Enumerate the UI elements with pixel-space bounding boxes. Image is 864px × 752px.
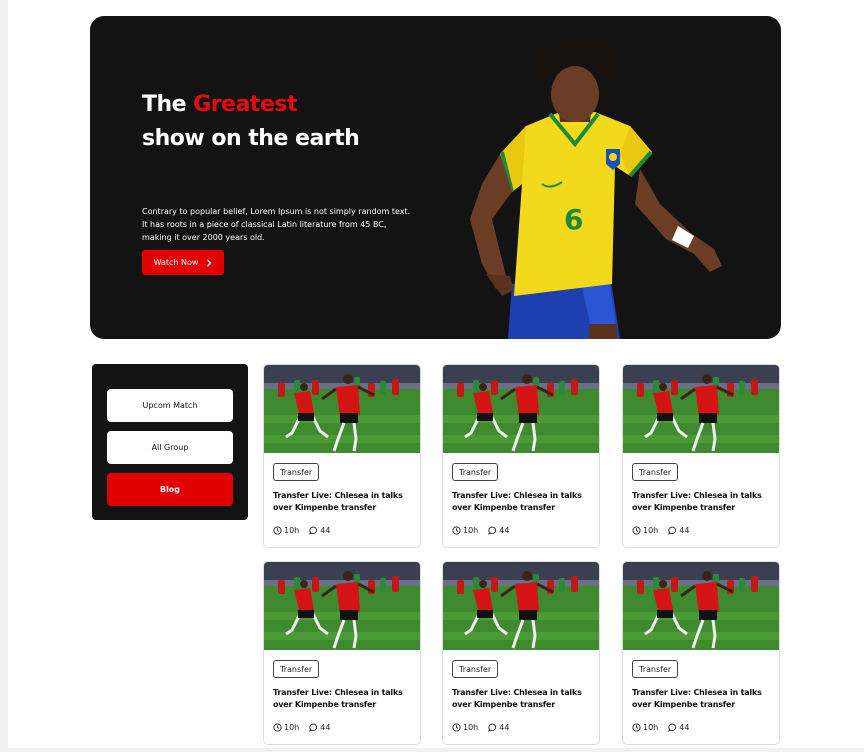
news-card-image [443, 365, 599, 453]
news-card-meta: 10h 44 [273, 526, 330, 535]
news-card-comments: 44 [309, 526, 330, 535]
news-card-time-label: 10h [463, 723, 479, 732]
sidebar-item-upcoming-match[interactable]: Upcom Match [107, 389, 233, 422]
news-card[interactable]: Transfer Transfer Live: Chlesea in talks… [622, 561, 780, 745]
news-card-comment-count: 44 [679, 723, 690, 732]
clock-icon [632, 723, 641, 732]
news-card-tag[interactable]: Transfer [452, 463, 499, 481]
news-card[interactable]: Transfer Transfer Live: Chlesea in talks… [263, 561, 421, 745]
news-card-image [264, 365, 420, 453]
watch-now-label: Watch Now [153, 258, 199, 267]
news-card-tag[interactable]: Transfer [632, 463, 679, 481]
sidebar-item-blog[interactable]: Blog [107, 473, 233, 506]
hero-title-part2: show on the earth [142, 126, 360, 151]
comment-icon [488, 723, 497, 732]
news-card[interactable]: Transfer Transfer Live: Chlesea in talks… [622, 364, 780, 548]
hero-description: Contrary to popular belief, Lorem Ipsum … [142, 207, 411, 242]
clock-icon [273, 526, 282, 535]
hero-banner: The Greatest show on the earth Contrary t… [90, 16, 781, 339]
hero-title-accent: Greatest [193, 92, 297, 117]
news-card-tag[interactable]: Transfer [273, 463, 320, 481]
hero-player-image: 6 [470, 36, 722, 339]
news-card-time-label: 10h [284, 723, 300, 732]
news-card-comments: 44 [488, 526, 509, 535]
news-card-title[interactable]: Transfer Live: Chlesea in talks over Kim… [452, 687, 594, 711]
news-card-image [443, 562, 599, 650]
clock-icon [452, 723, 461, 732]
page: The Greatest show on the earth Contrary t… [8, 0, 864, 748]
news-card-meta: 10h 44 [632, 723, 689, 732]
news-card-comments: 44 [668, 723, 689, 732]
comment-icon [309, 723, 318, 732]
comment-icon [668, 723, 677, 732]
sidebar-item-all-group[interactable]: All Group [107, 431, 233, 464]
news-card-time-label: 10h [284, 526, 300, 535]
news-card-time-label: 10h [643, 723, 659, 732]
news-card-time: 10h [452, 723, 478, 732]
news-card-title[interactable]: Transfer Live: Chlesea in talks over Kim… [632, 687, 774, 711]
chevron-right-icon [207, 258, 212, 267]
sidebar: Upcom Match All Group Blog [92, 364, 248, 520]
news-card-image [623, 365, 779, 453]
hero-title-part1: The [142, 92, 194, 117]
news-card-time-label: 10h [463, 526, 479, 535]
jersey-number: 6 [564, 203, 583, 236]
news-card-comment-count: 44 [320, 723, 331, 732]
news-card-comment-count: 44 [320, 526, 331, 535]
news-card-comment-count: 44 [499, 526, 510, 535]
news-card-comments: 44 [488, 723, 509, 732]
news-card-title[interactable]: Transfer Live: Chlesea in talks over Kim… [632, 490, 774, 514]
news-card-time: 10h [273, 723, 299, 732]
news-card-tag[interactable]: Transfer [452, 660, 499, 678]
news-card[interactable]: Transfer Transfer Live: Chlesea in talks… [442, 364, 600, 548]
news-card-meta: 10h 44 [632, 526, 689, 535]
clock-icon [632, 526, 641, 535]
news-card-time: 10h [632, 526, 658, 535]
news-card-time: 10h [452, 526, 478, 535]
news-card-time: 10h [632, 723, 658, 732]
news-card-title[interactable]: Transfer Live: Chlesea in talks over Kim… [273, 490, 415, 514]
news-card-comments: 44 [309, 723, 330, 732]
hero-title: The Greatest show on the earth [142, 88, 402, 156]
clock-icon [452, 526, 461, 535]
comment-icon [488, 526, 497, 535]
news-card-meta: 10h 44 [452, 526, 509, 535]
news-card-image [623, 562, 779, 650]
news-card-tag[interactable]: Transfer [632, 660, 679, 678]
news-card[interactable]: Transfer Transfer Live: Chlesea in talks… [263, 364, 421, 548]
news-card-title[interactable]: Transfer Live: Chlesea in talks over Kim… [452, 490, 594, 514]
clock-icon [273, 723, 282, 732]
comment-icon [668, 526, 677, 535]
news-card-comment-count: 44 [679, 526, 690, 535]
news-card-image [264, 562, 420, 650]
news-card-time: 10h [273, 526, 299, 535]
news-card-title[interactable]: Transfer Live: Chlesea in talks over Kim… [273, 687, 415, 711]
watch-now-button[interactable]: Watch Now [142, 250, 224, 275]
news-card-time-label: 10h [643, 526, 659, 535]
news-card[interactable]: Transfer Transfer Live: Chlesea in talks… [442, 561, 600, 745]
news-card-comment-count: 44 [499, 723, 510, 732]
news-card-meta: 10h 44 [452, 723, 509, 732]
news-card-meta: 10h 44 [273, 723, 330, 732]
comment-icon [309, 526, 318, 535]
news-card-comments: 44 [668, 526, 689, 535]
news-card-tag[interactable]: Transfer [273, 660, 320, 678]
